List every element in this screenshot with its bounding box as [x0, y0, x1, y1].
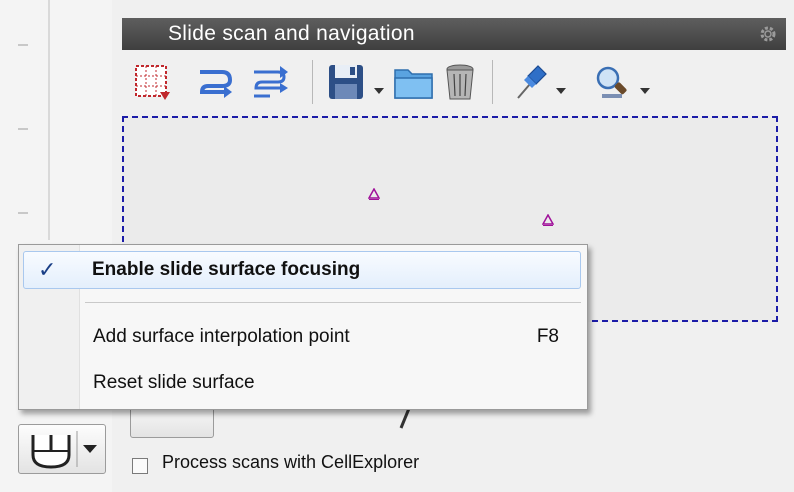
ruler-tick — [18, 44, 28, 46]
ruler-tick — [18, 212, 28, 214]
multi-scan-button[interactable] — [250, 62, 294, 102]
select-region-button[interactable] — [132, 62, 172, 102]
save-button[interactable] — [326, 62, 386, 102]
menu-item-add-interpolation-point[interactable]: Add surface interpolation point F8 — [21, 319, 583, 355]
pin-button[interactable] — [510, 62, 570, 102]
chevron-down-icon[interactable] — [640, 88, 650, 94]
open-folder-button[interactable] — [392, 62, 436, 102]
find-button[interactable] — [592, 62, 652, 102]
menu-item-reset-slide-surface[interactable]: Reset slide surface — [21, 365, 583, 401]
menu-item-label: Enable slide surface focusing — [92, 259, 361, 280]
toolbar — [122, 52, 786, 112]
context-menu: ✓ Enable slide surface focusing Add surf… — [18, 244, 588, 410]
chevron-down-icon[interactable] — [556, 88, 566, 94]
snake-scan-button[interactable] — [196, 62, 236, 102]
toolbar-separator — [492, 60, 493, 104]
check-icon: ✓ — [38, 257, 57, 282]
menu-item-enable-surface-focusing[interactable]: ✓ Enable slide surface focusing — [23, 251, 581, 289]
folder-icon — [394, 69, 433, 99]
menu-item-label: Reset slide surface — [93, 372, 255, 393]
delete-button[interactable] — [440, 62, 480, 102]
surface-point-marker[interactable] — [542, 214, 554, 226]
process-cellexplorer-checkbox[interactable] — [132, 458, 148, 474]
mouse-icon — [31, 431, 97, 469]
magnifier-icon — [596, 66, 627, 98]
pushpin-icon — [517, 65, 547, 99]
multi-arrow-icon — [254, 66, 288, 98]
ruler-tick — [18, 128, 28, 130]
trash-icon — [446, 64, 474, 100]
grid-select-icon — [135, 65, 170, 100]
process-cellexplorer-label: Process scans with CellExplorer — [162, 452, 420, 472]
toolbar-separator — [312, 60, 313, 104]
gear-icon[interactable] — [758, 22, 778, 42]
floppy-disk-icon — [329, 65, 363, 99]
menu-item-label: Add surface interpolation point — [93, 326, 350, 347]
menu-item-shortcut: F8 — [536, 326, 559, 347]
snake-arrow-icon — [199, 70, 233, 98]
menu-separator — [85, 302, 581, 303]
chevron-down-icon[interactable] — [374, 88, 384, 94]
ruler-line — [48, 0, 50, 240]
surface-point-marker[interactable] — [368, 188, 380, 200]
panel-header: Slide scan and navigation — [122, 18, 786, 50]
mouse-mode-button[interactable] — [18, 424, 106, 474]
panel-title: Slide scan and navigation — [168, 22, 415, 45]
